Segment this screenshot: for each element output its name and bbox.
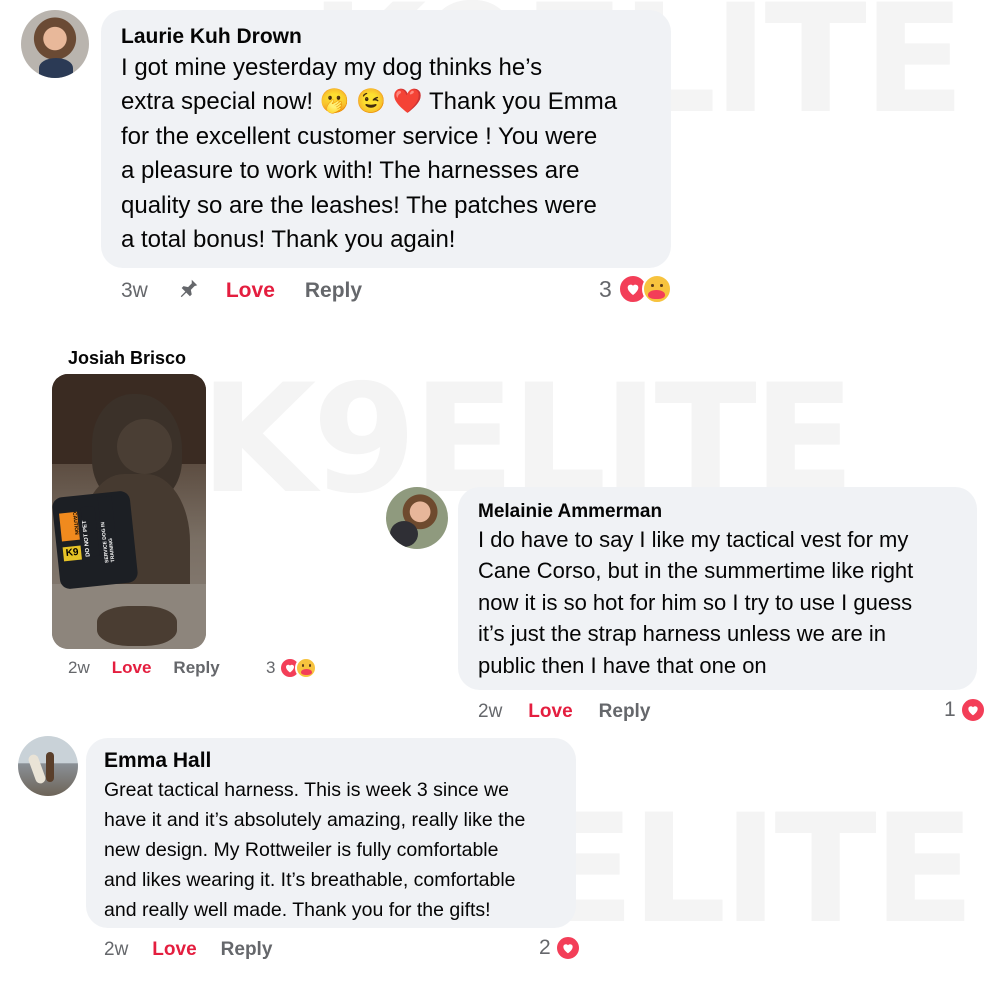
reply-button[interactable]: Reply xyxy=(173,658,219,678)
comment-text-line: and really well made. Thank you for the … xyxy=(104,899,491,921)
reaction-count: 2 xyxy=(539,936,551,959)
comment-timestamp[interactable]: 2w xyxy=(478,701,502,723)
reply-button[interactable]: Reply xyxy=(221,939,273,961)
love-button[interactable]: Love xyxy=(226,279,275,303)
care-reaction-icon xyxy=(295,657,318,679)
reaction-count: 3 xyxy=(599,275,612,302)
comment-actions: 2w Love Reply xyxy=(104,937,272,963)
avatar-laurie[interactable] xyxy=(21,10,89,78)
comment-author[interactable]: Melainie Ammerman xyxy=(478,499,957,524)
comment-author[interactable]: Laurie Kuh Drown xyxy=(121,23,651,51)
comment-text-line: new design. My Rottweiler is fully comfo… xyxy=(104,839,499,861)
care-reaction-icon xyxy=(641,274,672,304)
comment-text-line: Great tactical harness. This is week 3 s… xyxy=(104,779,509,801)
comment-timestamp[interactable]: 3w xyxy=(121,279,148,303)
vest-patch-k9: K9 xyxy=(62,545,82,562)
love-button[interactable]: Love xyxy=(528,701,572,723)
comment-bubble-melainie: Melainie Ammerman I do have to say I lik… xyxy=(458,487,977,690)
comment-text-line: have it and it’s absolutely amazing, rea… xyxy=(104,809,526,831)
pin-icon xyxy=(178,277,200,305)
reaction-summary[interactable]: 2 xyxy=(539,934,581,962)
reaction-summary[interactable]: 1 xyxy=(944,696,986,724)
comment-actions: 2w Love Reply xyxy=(68,656,220,680)
comment-text-line: Cane Corso, but in the summertime like r… xyxy=(478,558,914,584)
comment-photo-dog[interactable]: CAUTION DO NOT PET SERVICE DOG IN TRAINI… xyxy=(52,374,206,649)
comment-text-line: I got mine yesterday my dog thinks he’s xyxy=(121,54,543,81)
comment-actions: 3w Love Reply xyxy=(121,276,362,306)
reaction-summary[interactable]: 3 xyxy=(266,656,318,680)
comment-text-line: a total bonus! Thank you again! xyxy=(121,226,456,254)
reply-button[interactable]: Reply xyxy=(599,701,651,723)
vest-patch-caution: CAUTION xyxy=(59,511,80,542)
avatar-melainie[interactable] xyxy=(386,487,448,549)
reaction-count: 3 xyxy=(266,658,276,677)
reaction-count: 1 xyxy=(944,698,956,721)
comment-text-line: it’s just the strap harness unless we ar… xyxy=(478,621,887,647)
comment-timestamp[interactable]: 2w xyxy=(68,658,90,678)
reply-button[interactable]: Reply xyxy=(305,279,362,303)
heart-reaction-icon xyxy=(959,697,986,723)
comment-author[interactable]: Josiah Brisco xyxy=(68,348,186,369)
comment-text-line: extra special now! 🫢 😉 ❤️ Thank you Emma xyxy=(121,88,618,116)
comment-text-line: I do have to say I like my tactical vest… xyxy=(478,527,909,552)
heart-reaction-icon xyxy=(554,935,581,961)
comment-text-line: public then I have that one on xyxy=(478,652,767,678)
comment-text-line: quality so are the leashes! The patches … xyxy=(121,191,597,219)
comment-actions: 2w Love Reply xyxy=(478,699,650,725)
vest-patch-do-not-pet: DO NOT PET xyxy=(80,505,100,558)
comment-bubble-emma: Emma Hall Great tactical harness. This i… xyxy=(86,738,576,928)
comment-text-line: for the excellent customer service ! You… xyxy=(121,122,598,150)
love-button[interactable]: Love xyxy=(112,658,152,678)
comment-bubble-laurie: Laurie Kuh Drown I got mine yesterday my… xyxy=(101,10,671,268)
dog-vest: CAUTION DO NOT PET SERVICE DOG IN TRAINI… xyxy=(52,490,139,590)
comment-timestamp[interactable]: 2w xyxy=(104,939,128,961)
comment-text-line: now it is so hot for him so I try to use… xyxy=(478,589,913,615)
reaction-summary[interactable]: 3 xyxy=(599,273,672,305)
comment-text-line: and likes wearing it. It’s breathable, c… xyxy=(104,869,516,891)
avatar-emma[interactable] xyxy=(18,736,78,796)
love-button[interactable]: Love xyxy=(152,939,196,961)
comment-author[interactable]: Emma Hall xyxy=(104,747,558,775)
comment-text-line: a pleasure to work with! The harnesses a… xyxy=(121,157,580,185)
vest-patch-service-dog: SERVICE DOG IN TRAINING xyxy=(97,496,119,564)
